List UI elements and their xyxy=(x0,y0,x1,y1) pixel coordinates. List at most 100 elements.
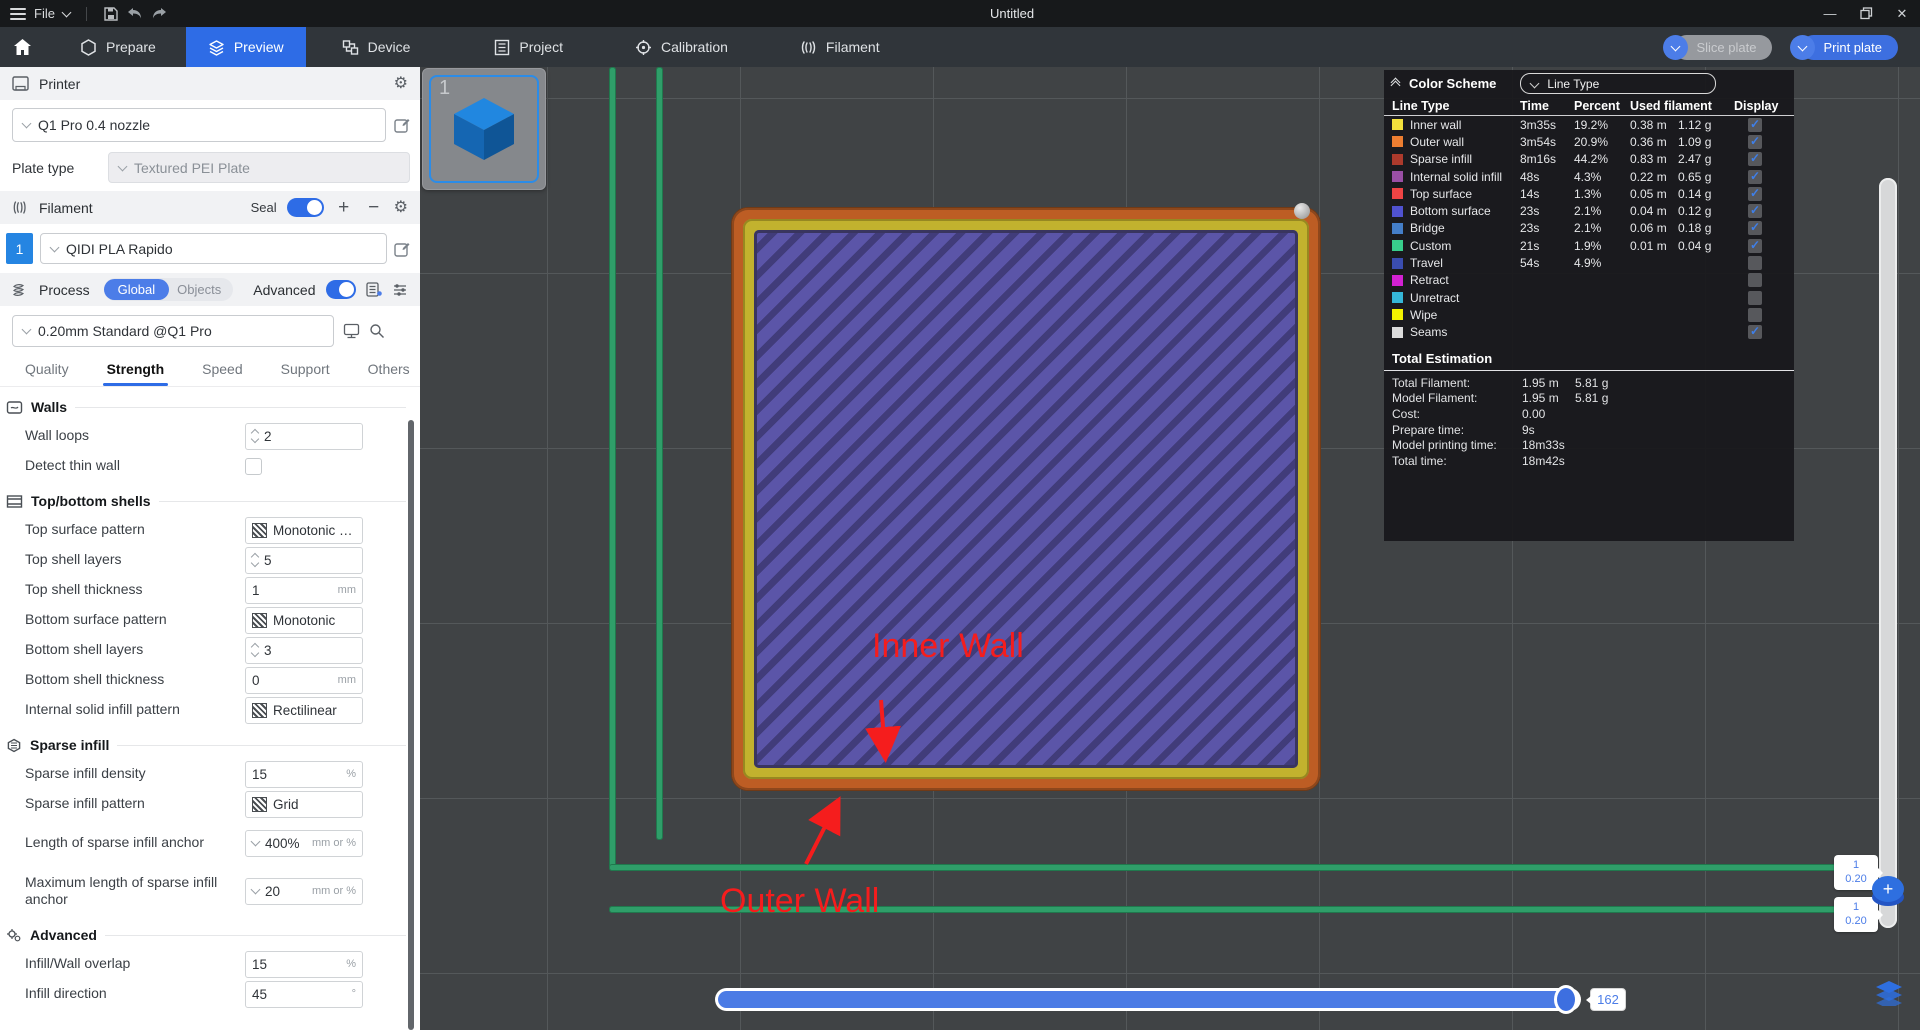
chevron-down-icon xyxy=(1529,78,1540,88)
save-icon[interactable] xyxy=(103,6,119,22)
search-preset-icon[interactable] xyxy=(369,323,385,339)
anchor-length-select[interactable]: 400% mm or % xyxy=(245,829,363,857)
file-menu[interactable]: File xyxy=(34,6,55,21)
max-anchor-length-select[interactable]: 20 mm or % xyxy=(245,877,363,905)
seg-global[interactable]: Global xyxy=(103,279,170,300)
top-surface-pattern-select[interactable]: Monotonic … xyxy=(245,516,363,544)
advanced-toggle[interactable] xyxy=(325,280,356,299)
display-checkbox[interactable] xyxy=(1748,169,1762,184)
bottom-shell-thickness-input[interactable]: 0 mm xyxy=(245,666,363,694)
display-checkbox[interactable] xyxy=(1748,290,1762,305)
display-checkbox[interactable] xyxy=(1748,220,1762,236)
sparse-infill-pattern-select[interactable]: Grid xyxy=(245,790,363,818)
plate-type-select[interactable]: Textured PEI Plate xyxy=(108,152,410,183)
process-preset-select[interactable]: 0.20mm Standard @Q1 Pro xyxy=(12,315,334,347)
layer-slider-handle[interactable]: + xyxy=(1872,876,1904,910)
max-anchor-length-label: Maximum length of sparse infill anchor xyxy=(25,873,218,908)
display-checkbox[interactable] xyxy=(1748,117,1762,132)
global-objects-toggle[interactable]: Global Objects xyxy=(103,278,234,301)
undo-icon[interactable] xyxy=(127,6,143,22)
display-checkbox[interactable] xyxy=(1748,273,1762,288)
top-shell-layers-input[interactable]: 5 xyxy=(245,546,363,574)
tab-calibration[interactable]: Calibration xyxy=(613,27,750,67)
wall-loops-input[interactable]: 2 xyxy=(245,422,363,450)
tab-speed[interactable]: Speed xyxy=(202,361,242,386)
display-checkbox[interactable] xyxy=(1748,256,1762,271)
filament-select[interactable]: QIDI PLA Rapido xyxy=(40,233,387,264)
stepper-icon[interactable] xyxy=(250,428,260,444)
home-button[interactable] xyxy=(0,27,44,67)
tab-support[interactable]: Support xyxy=(281,361,330,386)
tab-preview[interactable]: Preview xyxy=(185,27,306,67)
toolpath-line-horizontal-1 xyxy=(609,864,1858,871)
step-slider-track[interactable] xyxy=(715,985,1581,1014)
tab-quality[interactable]: Quality xyxy=(25,361,69,386)
filament-settings-gear-icon[interactable]: ⚙ xyxy=(394,199,408,216)
printer-edit-icon[interactable] xyxy=(394,117,410,133)
window-title: Untitled xyxy=(990,6,1035,21)
tab-project[interactable]: Project xyxy=(472,27,585,67)
bottom-shell-layers-input[interactable]: 3 xyxy=(245,636,363,664)
save-preset-icon[interactable] xyxy=(343,323,360,339)
stepper-icon[interactable] xyxy=(250,642,260,658)
preset-compare-icon[interactable] xyxy=(392,282,408,297)
minimize-button[interactable]: — xyxy=(1812,0,1848,27)
tab-filament[interactable]: Filament xyxy=(778,27,902,67)
total-estimation-title: Total Estimation xyxy=(1392,350,1493,366)
pattern-swatch-icon xyxy=(252,522,267,538)
detect-thin-wall-checkbox[interactable] xyxy=(245,457,262,475)
bottom-surface-pattern-select[interactable]: Monotonic xyxy=(245,606,363,634)
sparse-infill-pattern-label: Sparse infill pattern xyxy=(25,795,145,812)
tab-strength[interactable]: Strength xyxy=(102,361,168,386)
sparse-infill-density-input[interactable]: 15 % xyxy=(245,760,363,788)
print-plate-button[interactable]: Print plate xyxy=(1801,35,1898,60)
seal-toggle[interactable] xyxy=(286,198,324,217)
filament-edit-icon[interactable] xyxy=(394,241,410,257)
printer-settings-gear-icon[interactable]: ⚙ xyxy=(394,75,408,92)
infill-direction-input[interactable]: 45 ° xyxy=(245,980,363,1008)
menu-icon[interactable] xyxy=(10,7,26,20)
preview-3d-viewport[interactable]: 1 Inner Wall Outer Wall Color Scheme Lin… xyxy=(420,67,1920,1030)
stepper-icon[interactable] xyxy=(250,552,260,568)
tab-prepare[interactable]: Prepare xyxy=(58,27,178,67)
remove-filament-button[interactable]: − xyxy=(364,198,384,217)
close-button[interactable]: ✕ xyxy=(1884,0,1920,27)
redo-icon[interactable] xyxy=(151,6,167,22)
process-preset-value: 0.20mm Standard @Q1 Pro xyxy=(38,323,212,339)
line-type-color-swatch xyxy=(1392,257,1403,269)
display-checkbox[interactable] xyxy=(1748,134,1762,149)
tab-others[interactable]: Others xyxy=(368,361,410,386)
step-slider-handle[interactable] xyxy=(1554,985,1578,1014)
add-filament-button[interactable]: + xyxy=(334,198,354,217)
layers-view-icon[interactable] xyxy=(1875,980,1903,1011)
printer-select[interactable]: Q1 Pro 0.4 nozzle xyxy=(12,108,386,142)
seg-objects[interactable]: Objects xyxy=(169,279,233,300)
slice-plate-button[interactable]: Slice plate xyxy=(1674,35,1773,60)
maximize-button[interactable] xyxy=(1848,0,1884,27)
settings-sidebar: Printer ⚙ Q1 Pro 0.4 nozzle Plate type T… xyxy=(0,67,420,1030)
total-row: Total Filament: 1.95 m 5.81 g xyxy=(1392,375,1609,390)
internal-solid-infill-pattern-select[interactable]: Rectilinear xyxy=(245,696,363,724)
preset-list-icon[interactable] xyxy=(366,282,382,297)
top-shell-thickness-input[interactable]: 1 mm xyxy=(245,576,363,604)
legend-column-headers: Line Type Time Percent Used filament Dis… xyxy=(1384,97,1794,116)
infill-wall-overlap-input[interactable]: 15 % xyxy=(245,950,363,978)
filament-slot-number[interactable]: 1 xyxy=(6,233,33,264)
advanced-section: Advanced xyxy=(0,915,420,949)
collapse-panel-icon[interactable] xyxy=(1390,77,1401,90)
file-menu-chevron-icon[interactable] xyxy=(61,7,72,17)
tab-device[interactable]: Device xyxy=(320,27,433,67)
sidebar-scrollbar[interactable] xyxy=(408,420,414,1030)
display-checkbox[interactable] xyxy=(1748,324,1762,340)
wall-loops-label: Wall loops xyxy=(25,427,90,444)
display-checkbox[interactable] xyxy=(1748,186,1762,201)
view-mode-select[interactable]: Line Type xyxy=(1520,73,1717,94)
display-checkbox[interactable] xyxy=(1748,307,1762,322)
plate-thumbnail[interactable]: 1 xyxy=(422,68,546,190)
seal-label: Seal xyxy=(250,200,277,215)
layer-slider-track[interactable] xyxy=(1879,178,1897,928)
display-checkbox[interactable] xyxy=(1748,151,1762,167)
display-checkbox[interactable] xyxy=(1748,203,1762,219)
display-checkbox[interactable] xyxy=(1748,238,1762,253)
sparse-infill-section: Sparse infill xyxy=(0,725,420,759)
